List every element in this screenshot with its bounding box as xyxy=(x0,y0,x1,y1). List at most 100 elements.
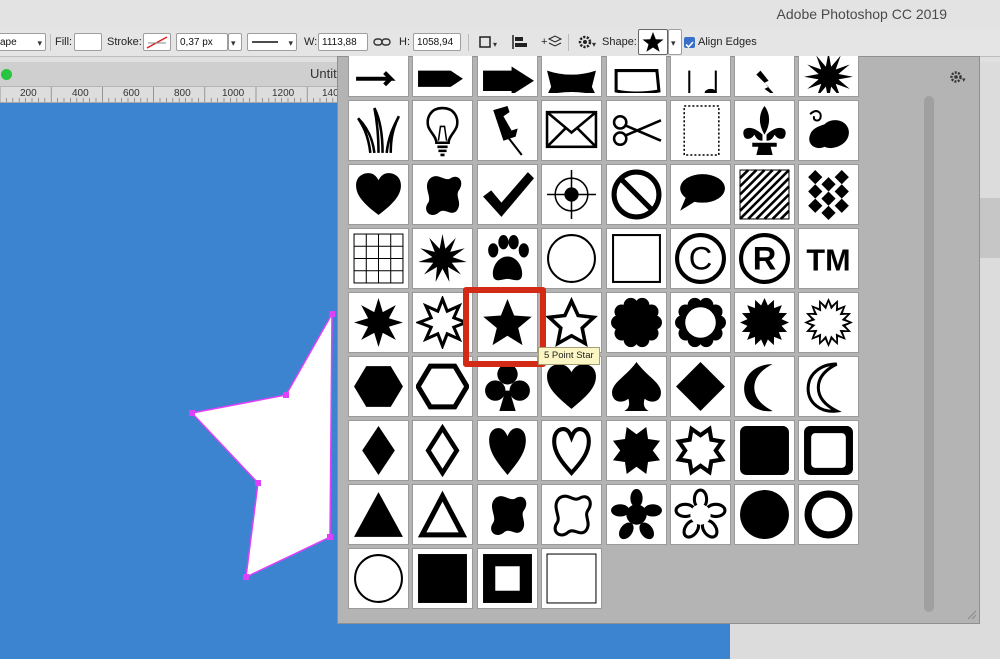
shape-cell[interactable] xyxy=(798,420,859,481)
shape-cell[interactable] xyxy=(348,420,409,481)
shape-cell[interactable] xyxy=(606,292,667,353)
shape-cell[interactable] xyxy=(606,56,667,97)
shape-cell[interactable] xyxy=(348,56,409,97)
link-icon[interactable] xyxy=(373,34,391,50)
shape-cell[interactable] xyxy=(734,356,795,417)
shape-cell[interactable] xyxy=(734,100,795,161)
fill-swatch[interactable] xyxy=(74,33,102,51)
flower-outline-icon xyxy=(674,488,727,539)
width-input[interactable]: 1113,88 xyxy=(318,33,368,51)
shape-cell[interactable] xyxy=(477,420,538,481)
shape-cell[interactable] xyxy=(412,420,473,481)
shape-cell[interactable] xyxy=(477,164,538,225)
shape-cell[interactable] xyxy=(798,100,859,161)
shape-cell[interactable] xyxy=(798,356,859,417)
window-zoom-button[interactable] xyxy=(1,69,12,80)
shape-cell[interactable] xyxy=(798,292,859,353)
shape-cell[interactable] xyxy=(477,484,538,545)
height-input[interactable]: 1058,94 xyxy=(413,33,461,51)
shape-cell[interactable] xyxy=(477,100,538,161)
shape-cell[interactable] xyxy=(412,228,473,289)
shape-cell[interactable] xyxy=(348,164,409,225)
stroke-line-icon xyxy=(252,41,278,43)
shape-cell[interactable] xyxy=(412,484,473,545)
shape-cell[interactable] xyxy=(734,292,795,353)
shape-cell[interactable] xyxy=(606,484,667,545)
panel-tab[interactable] xyxy=(980,198,1000,258)
mode-dropdown[interactable]: ape ▾ xyxy=(0,33,46,51)
shape-cell[interactable] xyxy=(606,164,667,225)
shape-cell[interactable] xyxy=(606,228,667,289)
divider xyxy=(50,34,51,51)
shape-cell[interactable] xyxy=(477,56,538,97)
shape-cell[interactable] xyxy=(348,484,409,545)
shape-cell[interactable] xyxy=(798,56,859,97)
shape-cell[interactable] xyxy=(606,356,667,417)
shape-selector[interactable] xyxy=(638,29,668,55)
path-arrangement-icon[interactable]: + xyxy=(541,34,563,50)
width-label: W: xyxy=(304,36,318,48)
shape-cell[interactable] xyxy=(348,292,409,353)
stroke-type-dropdown[interactable]: ▾ xyxy=(247,33,297,51)
stroke-width-input[interactable]: 0,37 px xyxy=(176,33,228,51)
shape-cell[interactable] xyxy=(670,356,731,417)
shape-cell[interactable]: TM xyxy=(798,228,859,289)
shape-cell[interactable] xyxy=(606,100,667,161)
shape-cell[interactable] xyxy=(412,100,473,161)
shape-cell[interactable] xyxy=(541,228,602,289)
copyright-icon: C xyxy=(675,233,726,284)
blob-outline-icon xyxy=(553,494,592,537)
shape-dropdown-toggle[interactable]: ▾ xyxy=(668,29,682,55)
triangle-icon xyxy=(354,492,403,537)
shape-cell[interactable] xyxy=(541,164,602,225)
shape-cell[interactable] xyxy=(541,484,602,545)
shape-cell[interactable] xyxy=(541,56,602,97)
align-edges-checkbox[interactable] xyxy=(684,37,695,49)
shape-cell[interactable] xyxy=(348,548,409,609)
shape-cell[interactable]: C xyxy=(670,228,731,289)
shape-cell[interactable] xyxy=(734,164,795,225)
document-tab[interactable]: Untit xyxy=(0,62,345,87)
path-alignment-icon[interactable] xyxy=(510,34,532,50)
shape-cell[interactable] xyxy=(477,548,538,609)
shape-cell[interactable] xyxy=(798,164,859,225)
circle-icon xyxy=(740,490,789,539)
shape-cell[interactable] xyxy=(348,356,409,417)
shape-cell[interactable] xyxy=(348,228,409,289)
shape-cell[interactable] xyxy=(477,228,538,289)
star-shape[interactable] xyxy=(190,311,333,579)
shape-cell[interactable] xyxy=(541,100,602,161)
shape-cell[interactable] xyxy=(348,100,409,161)
shape-cell[interactable] xyxy=(412,164,473,225)
gear-icon[interactable]: ▾ xyxy=(577,34,599,50)
stroke-width-dropdown[interactable]: ▾ xyxy=(228,33,242,51)
shape-cell[interactable] xyxy=(412,548,473,609)
picker-scrollbar[interactable] xyxy=(924,96,934,612)
shape-cell[interactable] xyxy=(606,420,667,481)
shape-cell[interactable] xyxy=(541,420,602,481)
shape-cell[interactable] xyxy=(670,100,731,161)
path-operations-icon[interactable]: ▾ xyxy=(478,34,502,50)
stroke-swatch[interactable] xyxy=(143,33,171,51)
shape-cell[interactable] xyxy=(541,292,602,353)
resize-grip-icon[interactable] xyxy=(965,608,977,620)
splat-icon xyxy=(804,56,853,93)
heart-card-icon xyxy=(547,364,596,409)
shape-cell[interactable] xyxy=(798,484,859,545)
8-point-star-icon xyxy=(354,298,403,347)
shape-cell[interactable] xyxy=(670,164,731,225)
banner-icon xyxy=(547,70,596,93)
shape-cell[interactable] xyxy=(734,420,795,481)
shape-cell[interactable] xyxy=(670,292,731,353)
shape-cell[interactable] xyxy=(670,484,731,545)
shape-cell[interactable]: R xyxy=(734,228,795,289)
shape-cell[interactable] xyxy=(670,420,731,481)
shape-cell[interactable] xyxy=(734,56,795,97)
shape-cell[interactable] xyxy=(670,56,731,97)
gear-icon[interactable]: ▾ xyxy=(949,70,969,84)
8-point-star-outline-icon xyxy=(416,296,469,349)
shape-cell[interactable] xyxy=(541,548,602,609)
shape-cell[interactable] xyxy=(412,56,473,97)
shape-cell[interactable] xyxy=(541,356,602,417)
shape-cell[interactable] xyxy=(734,484,795,545)
